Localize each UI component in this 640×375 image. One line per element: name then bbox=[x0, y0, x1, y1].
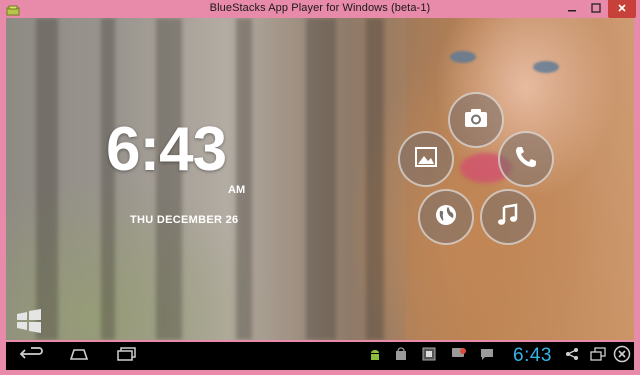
app-grid-button[interactable] bbox=[16, 308, 42, 334]
browser-icon bbox=[433, 202, 459, 233]
background-tree bbox=[366, 18, 384, 340]
app-grid-icon bbox=[16, 309, 42, 338]
android-icon bbox=[368, 347, 382, 366]
camera-shortcut[interactable] bbox=[448, 92, 504, 148]
background-tree bbox=[36, 18, 58, 340]
home-icon bbox=[66, 347, 92, 366]
background-tree bbox=[236, 18, 252, 340]
android-navigation-bar: 6:43 bbox=[6, 342, 634, 370]
share-icon bbox=[565, 347, 579, 366]
window-mode-button[interactable] bbox=[588, 346, 608, 366]
maximize-button[interactable] bbox=[584, 0, 608, 18]
share-button[interactable] bbox=[563, 346, 581, 366]
maximize-icon bbox=[591, 2, 601, 16]
store-icon bbox=[394, 346, 408, 366]
background-tree bbox=[306, 18, 336, 340]
status-bar-time: 6:43 bbox=[513, 345, 552, 366]
lockscreen-clock: 6:43 bbox=[106, 115, 227, 184]
chat-status-button[interactable] bbox=[478, 346, 496, 366]
browser-shortcut[interactable] bbox=[418, 189, 474, 245]
gallery-icon bbox=[413, 144, 439, 175]
window-icon bbox=[590, 346, 606, 366]
store-status-button[interactable] bbox=[392, 346, 410, 366]
wallpaper-eye bbox=[450, 51, 476, 63]
bluestacks-window: BlueStacks App Player for Windows (beta-… bbox=[0, 0, 640, 375]
music-shortcut[interactable] bbox=[480, 189, 536, 245]
recent-apps-button[interactable] bbox=[112, 346, 142, 366]
app-icon bbox=[422, 347, 436, 366]
phone-shortcut[interactable] bbox=[498, 131, 554, 187]
chat-icon bbox=[480, 347, 494, 366]
close-circle-icon bbox=[613, 345, 631, 368]
window-title: BlueStacks App Player for Windows (beta-… bbox=[209, 2, 431, 14]
notification-status-button[interactable] bbox=[450, 346, 468, 366]
back-button[interactable] bbox=[18, 346, 46, 366]
lockscreen-date: THU DECEMBER 26 bbox=[130, 214, 239, 226]
gallery-shortcut[interactable] bbox=[398, 131, 454, 187]
close-icon bbox=[617, 2, 627, 16]
phone-icon bbox=[513, 144, 539, 175]
music-icon bbox=[495, 202, 521, 233]
wallpaper-eye bbox=[533, 61, 559, 73]
android-status-button[interactable] bbox=[366, 346, 384, 366]
exit-button[interactable] bbox=[612, 345, 632, 368]
recent-apps-icon bbox=[115, 346, 139, 367]
window-border bbox=[0, 370, 640, 375]
minimize-button[interactable] bbox=[560, 0, 584, 18]
notification-icon bbox=[451, 347, 467, 366]
title-bar[interactable]: BlueStacks App Player for Windows (beta-… bbox=[0, 0, 640, 18]
home-button[interactable] bbox=[64, 346, 94, 366]
back-icon bbox=[19, 346, 45, 366]
close-button[interactable] bbox=[608, 0, 636, 18]
lockscreen-ampm: AM bbox=[228, 184, 246, 196]
app-status-button[interactable] bbox=[420, 346, 438, 366]
minimize-icon bbox=[567, 2, 577, 16]
android-screen[interactable]: 6:43 AM THU DECEMBER 26 bbox=[6, 18, 634, 340]
camera-icon bbox=[463, 105, 489, 136]
